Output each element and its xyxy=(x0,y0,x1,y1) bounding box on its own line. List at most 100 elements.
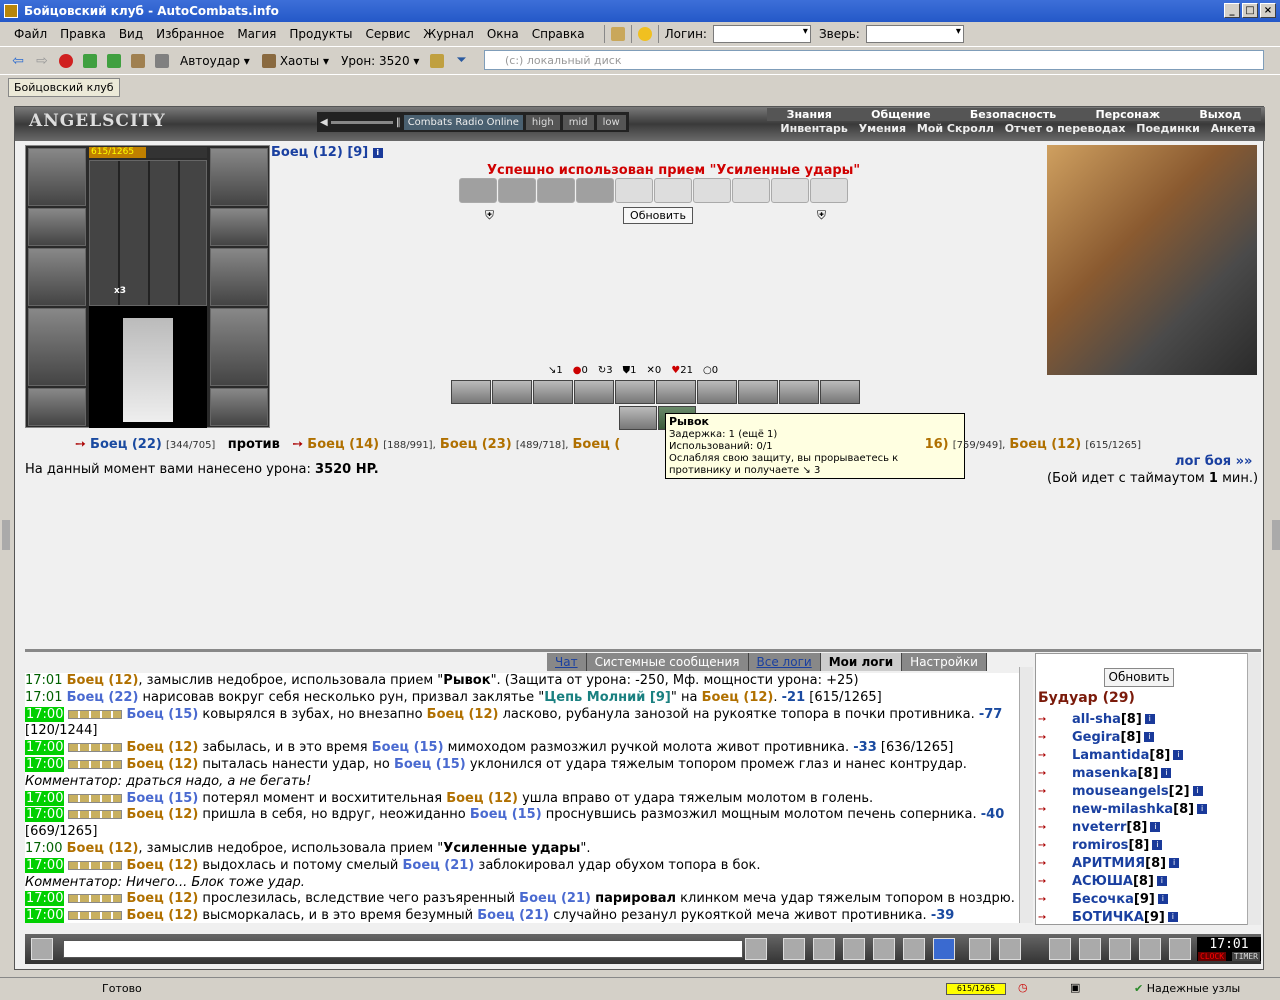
user-list-item[interactable]: ➙ all-sha [8] i xyxy=(1038,710,1248,728)
user-name[interactable]: Lamantida xyxy=(1072,748,1149,763)
nav-character[interactable]: Персонаж xyxy=(1096,108,1161,121)
refresh-fight-button[interactable]: Обновить xyxy=(623,207,693,224)
user-name[interactable]: all-sha xyxy=(1072,712,1121,727)
offhand-slot[interactable] xyxy=(210,248,268,306)
fighter-name[interactable]: Боец (12) xyxy=(67,673,139,688)
info-icon[interactable]: i xyxy=(1150,822,1161,832)
maximize-button[interactable]: □ xyxy=(1242,3,1258,18)
forward-button[interactable]: ⇨ xyxy=(32,50,52,72)
fighter-name[interactable]: Боец (15) xyxy=(394,757,466,772)
user-name[interactable]: new-milashka xyxy=(1072,802,1173,817)
skill-button[interactable] xyxy=(738,380,778,404)
nav-exit[interactable]: Выход xyxy=(1199,108,1241,121)
back-button[interactable]: ⇦ xyxy=(8,50,28,72)
fighter-name[interactable]: Боец (21) xyxy=(402,858,474,873)
user-name[interactable]: БОТИЧКА xyxy=(1072,910,1144,925)
enemy[interactable]: Боец (12) xyxy=(1009,437,1081,452)
user-list-item[interactable]: ➙ romiros [8] i xyxy=(1038,836,1248,854)
tab-my-logs[interactable]: Мои логи xyxy=(820,653,903,671)
nav-skills[interactable]: Умения xyxy=(859,122,906,135)
nav-inventory[interactable]: Инвентарь xyxy=(780,122,847,135)
skill-button[interactable] xyxy=(779,380,819,404)
user-name[interactable]: Бесочка xyxy=(1072,892,1134,907)
private-arrow-icon[interactable]: ➙ xyxy=(1038,894,1060,905)
fighter-name[interactable]: Боец (12) xyxy=(446,791,518,806)
fighter-name[interactable]: Боец (15) xyxy=(126,707,198,722)
info-icon[interactable]: i xyxy=(1144,732,1155,742)
nav-fights[interactable]: Поединки xyxy=(1136,122,1200,135)
private-arrow-icon[interactable]: ➙ xyxy=(1038,768,1060,779)
volume-slider[interactable] xyxy=(330,120,393,124)
autohit-dropdown[interactable]: Автоудар ▾ xyxy=(176,50,254,72)
exit-icon[interactable] xyxy=(1169,938,1191,960)
scroll-slot[interactable] xyxy=(810,178,848,203)
scroll-slot[interactable] xyxy=(537,178,575,203)
fighter-name[interactable]: Боец (12) xyxy=(67,841,139,856)
stop-button[interactable] xyxy=(56,50,76,72)
menu-journal[interactable]: Журнал xyxy=(423,27,474,41)
scroll-slot[interactable] xyxy=(732,178,770,203)
amulet-slot[interactable] xyxy=(210,148,268,206)
chat-settings-icon[interactable] xyxy=(999,938,1021,960)
user-list-item[interactable]: ➙ masenka [8] i xyxy=(1038,764,1248,782)
filter-button[interactable]: ⏷ xyxy=(451,50,471,72)
private-arrow-icon[interactable]: ➙ xyxy=(1038,840,1060,851)
enemy[interactable]: Боец (14) xyxy=(307,437,379,452)
legs-slot[interactable] xyxy=(210,308,268,386)
scroll-slot[interactable] xyxy=(459,178,497,203)
user-name[interactable]: romiros xyxy=(1072,838,1128,853)
info-icon[interactable]: i xyxy=(1167,912,1178,922)
enemy[interactable]: 16) xyxy=(925,437,949,452)
weapon-slot[interactable] xyxy=(28,248,86,306)
pet-select[interactable] xyxy=(865,25,964,43)
info-icon[interactable]: i xyxy=(1161,768,1172,778)
tab-all-logs[interactable]: Все логи xyxy=(748,653,821,671)
refresh-button[interactable] xyxy=(80,50,100,72)
filter-icon[interactable] xyxy=(813,938,835,960)
network-icon[interactable]: ▣ xyxy=(1070,981,1080,994)
nav-transfers-report[interactable]: Отчет о переводах xyxy=(1005,122,1126,135)
bracers-slot[interactable] xyxy=(28,208,86,246)
scroll-icon[interactable] xyxy=(1079,938,1101,960)
nav-security[interactable]: Безопасность xyxy=(970,108,1056,121)
quality-low-button[interactable]: low xyxy=(596,114,626,130)
enemy[interactable]: Боец ( xyxy=(573,437,621,452)
fighter-name[interactable]: Боец (12) xyxy=(702,690,774,705)
user-name[interactable]: Gegira xyxy=(1072,730,1120,745)
skill-button[interactable] xyxy=(533,380,573,404)
private-arrow-icon[interactable]: ➙ xyxy=(1038,786,1060,797)
smiley-icon[interactable] xyxy=(969,938,991,960)
user-list-item[interactable]: ➙ mouseangels [2] i xyxy=(1038,782,1248,800)
right-collapse-icon[interactable] xyxy=(1272,520,1280,550)
info-icon[interactable]: i xyxy=(1157,894,1168,904)
skill-button[interactable] xyxy=(656,380,696,404)
private-arrow-icon[interactable]: ➙ xyxy=(1038,912,1060,923)
speaker-icon[interactable]: ◀ xyxy=(320,117,328,128)
info-icon[interactable]: i xyxy=(372,147,383,158)
nav-my-scroll[interactable]: Мой Скролл xyxy=(917,122,994,135)
boots-slot[interactable] xyxy=(210,388,268,426)
menu-service[interactable]: Сервис xyxy=(365,27,410,41)
chaos-dropdown[interactable]: Хаоты ▾ xyxy=(258,50,333,72)
enemy[interactable]: Боец (23) xyxy=(440,437,512,452)
info-icon[interactable]: i xyxy=(1169,858,1180,868)
scroll-slot[interactable] xyxy=(693,178,731,203)
fighter-name[interactable]: Боец (15) xyxy=(126,791,198,806)
fighter-name[interactable]: Боец (21) xyxy=(477,908,549,923)
user-name[interactable]: masenka xyxy=(1072,766,1138,781)
tab-system-messages[interactable]: Системные сообщения xyxy=(586,653,749,671)
pause-icon[interactable]: ‖ xyxy=(396,117,401,128)
user-name[interactable]: nveterr xyxy=(1072,820,1126,835)
nav-knowledge[interactable]: Знания xyxy=(787,108,832,121)
home-button[interactable] xyxy=(128,50,148,72)
user-list-item[interactable]: ➙ nveterr [8] i xyxy=(1038,818,1248,836)
info-icon[interactable]: i xyxy=(1173,750,1184,760)
gloves-slot[interactable] xyxy=(210,208,268,246)
user-list-item[interactable]: ➙ Lamantida [8] i xyxy=(1038,746,1248,764)
fighter-name[interactable]: Боец (12) xyxy=(126,740,198,755)
bag-icon[interactable] xyxy=(1049,938,1071,960)
chat-input[interactable] xyxy=(63,940,743,958)
user-list-item[interactable]: ➙ БОТИЧКА [9] i xyxy=(1038,908,1248,925)
private-arrow-icon[interactable]: ➙ xyxy=(1038,858,1060,869)
refresh-all-button[interactable] xyxy=(104,50,124,72)
